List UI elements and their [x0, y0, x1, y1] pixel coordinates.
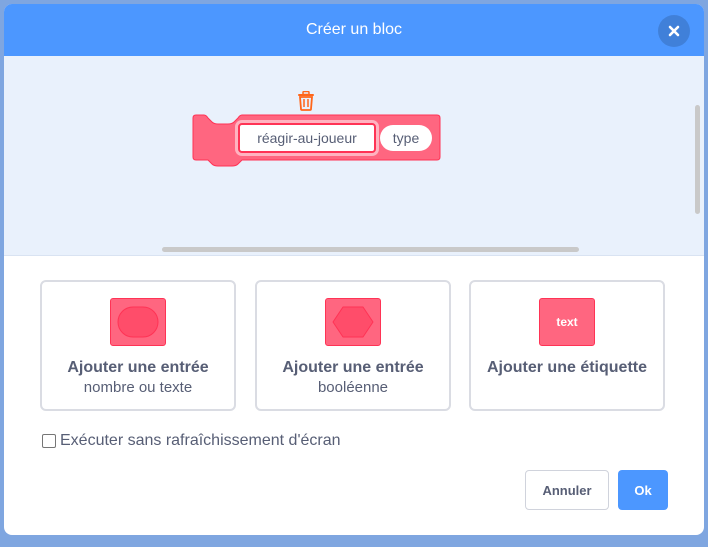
- block-param-input[interactable]: type: [380, 125, 432, 151]
- add-label-button[interactable]: text Ajouter une étiquette: [469, 280, 665, 411]
- ok-button[interactable]: Ok: [618, 470, 668, 510]
- option-title: Ajouter une entrée: [282, 359, 424, 376]
- block-workspace[interactable]: réagir-au-joueur type: [4, 56, 704, 256]
- dialog-title: Créer un bloc: [305, 21, 403, 38]
- add-input-number-text-button[interactable]: Ajouter une entrée nombre ou texte: [40, 280, 236, 411]
- option-subtitle: nombre ou texte: [83, 379, 193, 396]
- cancel-button[interactable]: Annuler: [525, 470, 609, 510]
- delete-icon[interactable]: [297, 90, 315, 111]
- label-text-icon: text: [539, 298, 595, 346]
- dialog-header: Créer un bloc: [4, 4, 704, 56]
- add-input-boolean-button[interactable]: Ajouter une entrée booléenne: [255, 280, 451, 411]
- vertical-scrollbar[interactable]: [695, 105, 700, 214]
- horizontal-scrollbar[interactable]: [162, 247, 579, 252]
- label-icon-text: text: [556, 315, 578, 329]
- run-without-refresh-checkbox[interactable]: [42, 434, 56, 448]
- option-title: Ajouter une étiquette: [486, 359, 647, 376]
- close-button[interactable]: [658, 15, 690, 47]
- create-block-dialog: Créer un bloc réagir-au-joueur type Ajou…: [4, 4, 704, 535]
- close-icon: [668, 25, 680, 37]
- boolean-input-icon: [325, 298, 381, 346]
- block-name-input[interactable]: réagir-au-joueur: [238, 123, 376, 153]
- run-without-refresh-label[interactable]: Exécuter sans rafraîchissement d'écran: [60, 432, 341, 450]
- run-without-refresh-row[interactable]: Exécuter sans rafraîchissement d'écran: [42, 432, 341, 450]
- option-title: Ajouter une entrée: [67, 359, 209, 376]
- round-input-icon: [110, 298, 166, 346]
- option-subtitle: booléenne: [317, 379, 389, 396]
